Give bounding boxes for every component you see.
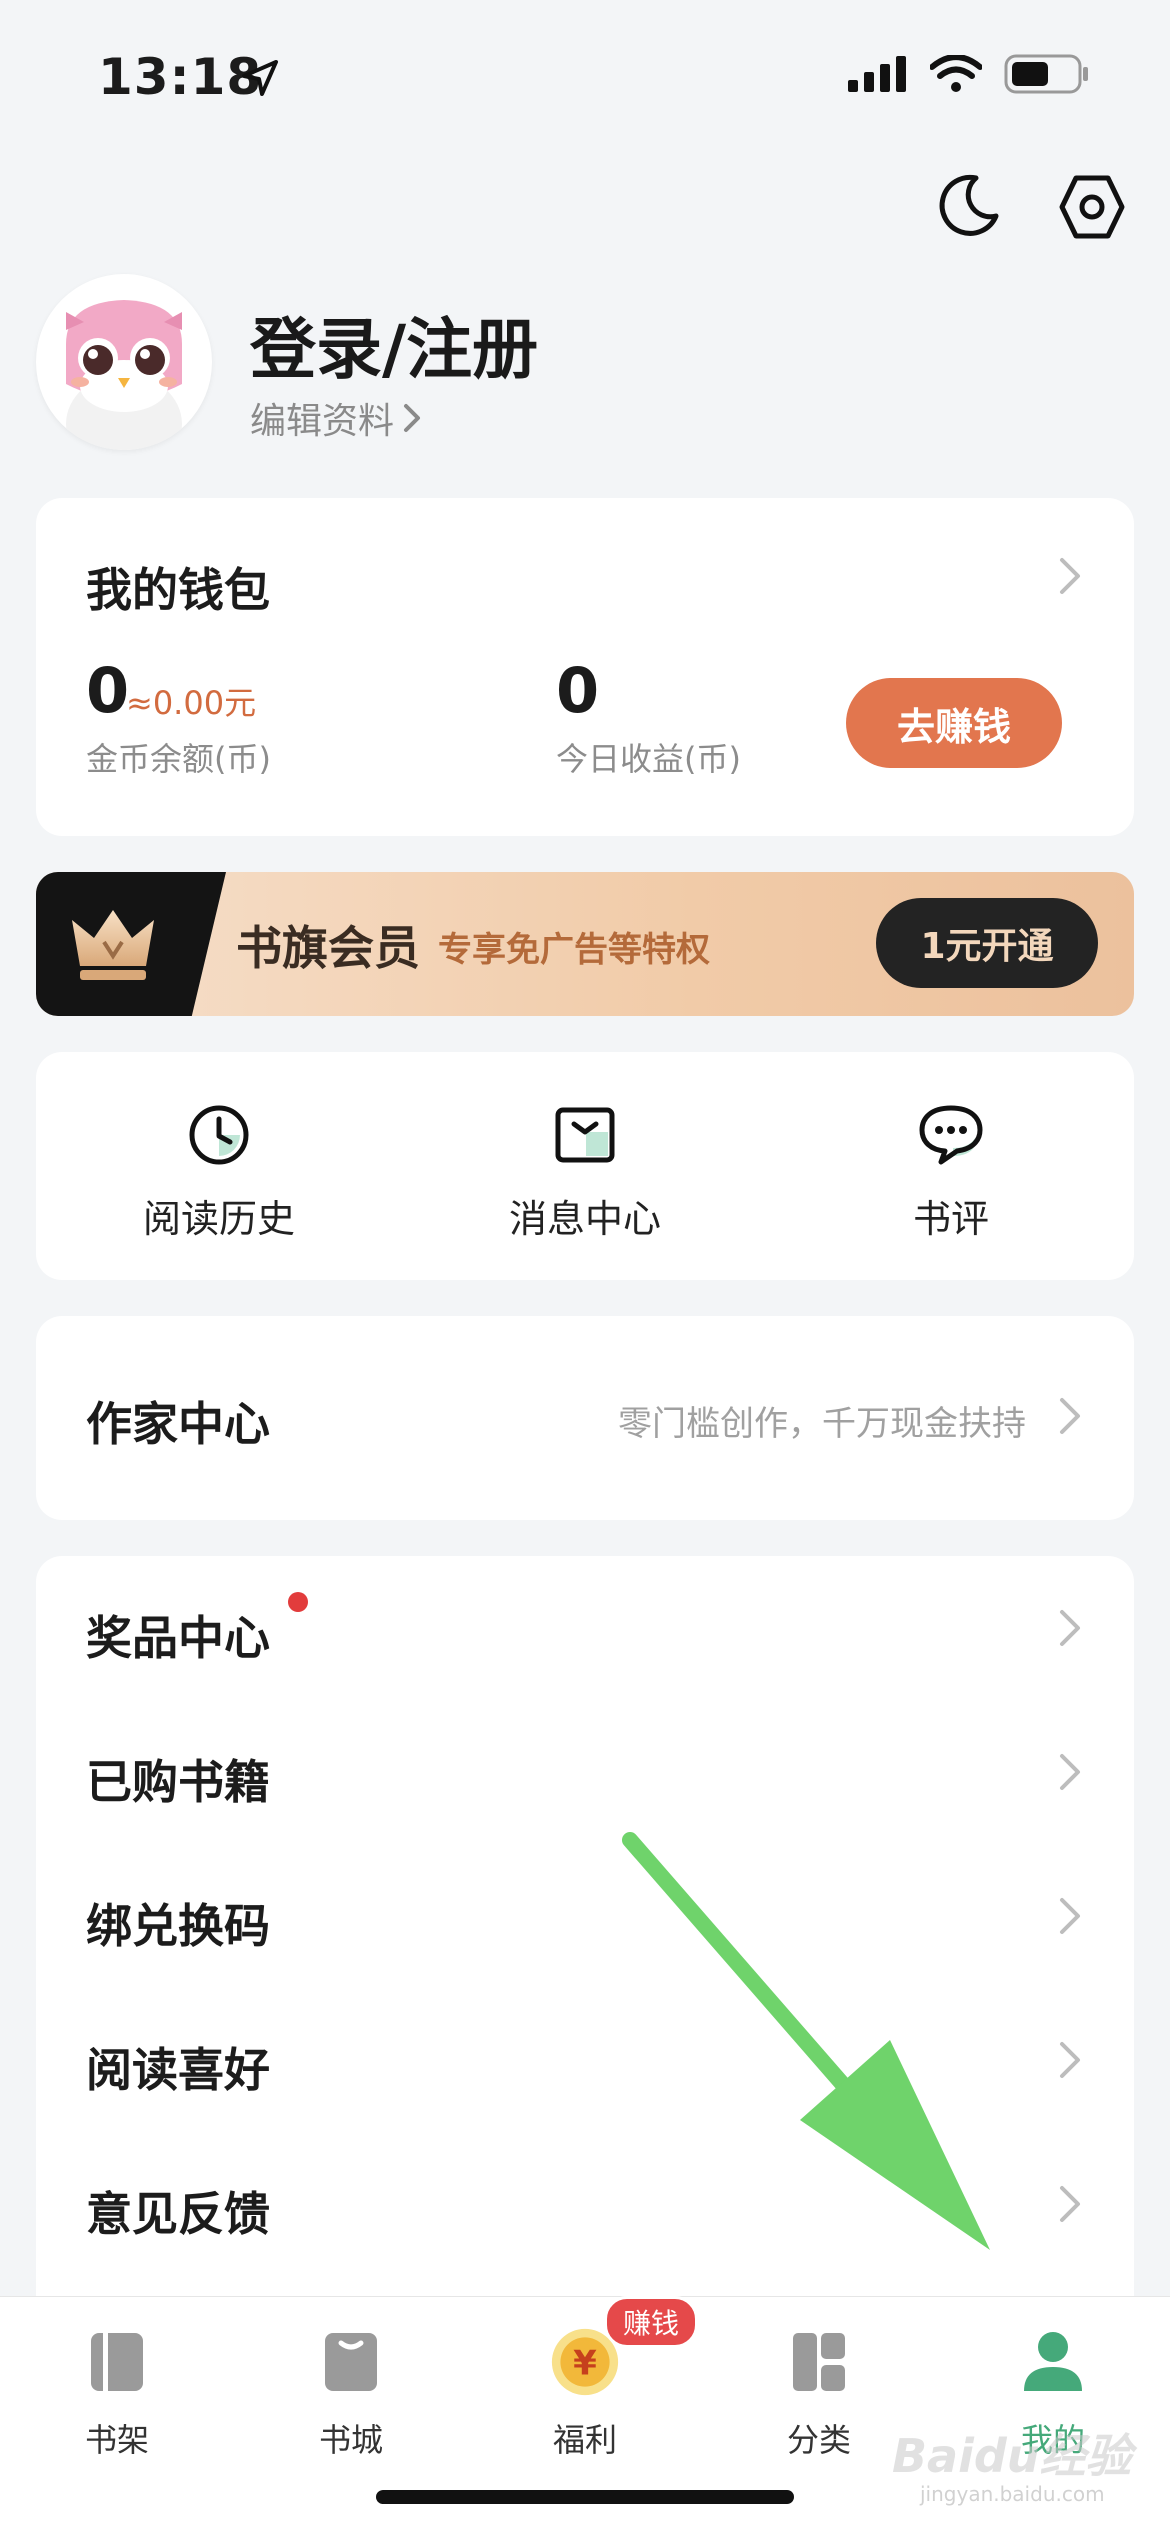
- today-earnings-label: 今日收益(币): [556, 740, 741, 778]
- status-icons: [848, 54, 1090, 94]
- chevron-right-icon: [1060, 1398, 1080, 1434]
- nav-tab-label: 书城: [318, 2421, 383, 2459]
- moon-icon[interactable]: [934, 172, 1002, 240]
- home-indicator: [376, 2490, 794, 2504]
- wifi-icon: [930, 55, 982, 92]
- watermark-domain: jingyan.baidu.com: [920, 2482, 1105, 2506]
- nav-tab-label: 分类: [786, 2421, 851, 2459]
- chevron-right-icon: [404, 404, 421, 432]
- chevron-right-icon: [1060, 2186, 1080, 2222]
- today-earnings: 0: [556, 654, 600, 727]
- shortcut-label: 消息中心: [508, 1197, 661, 1241]
- edit-profile-label: 编辑资料: [250, 401, 395, 442]
- watermark-brand: Baidu经验: [892, 2429, 1132, 2483]
- owl-avatar-icon: [66, 300, 182, 450]
- vip-title: 书旗会员: [236, 921, 420, 975]
- battery-icon: [1004, 54, 1088, 94]
- login-register-title[interactable]: 登录/注册: [250, 296, 538, 392]
- bookstore-icon: [325, 2333, 377, 2391]
- svg-text:¥: ¥: [573, 2343, 597, 2383]
- writer-center-title: 作家中心: [86, 1397, 270, 1451]
- earn-money-button[interactable]: 去赚钱: [846, 678, 1062, 768]
- nav-tab-label: 福利: [552, 2421, 617, 2459]
- chevron-right-icon: [1060, 1610, 1080, 1646]
- coin-approx-value: ≈0.00元: [126, 684, 257, 722]
- shortcut-label: 阅读历史: [142, 1197, 295, 1241]
- menu-item-label: 意见反馈: [86, 2187, 270, 2241]
- vip-open-button[interactable]: 1元开通: [876, 898, 1098, 988]
- nav-tab-bookshelf[interactable]: 书架: [0, 2297, 234, 2477]
- shortcut-label: 书评: [912, 1197, 989, 1241]
- clock-icon: [189, 1105, 249, 1165]
- wallet-title: 我的钱包: [86, 563, 270, 617]
- chevron-right-icon: [1060, 558, 1080, 594]
- shortcut-book-review[interactable]: 书评: [768, 1052, 1134, 1280]
- menu-item-label: 阅读喜好: [86, 2043, 270, 2097]
- writer-center-subtitle: 零门槛创作，千万现金扶持: [618, 1404, 1026, 1444]
- edit-profile-link[interactable]: 编辑资料: [250, 392, 422, 444]
- vip-banner[interactable]: 书旗会员 专享免广告等特权 1元开通: [36, 872, 1134, 1016]
- chat-bubble-icon: [919, 1105, 983, 1165]
- earn-badge: 赚钱: [604, 2296, 699, 2348]
- gear-icon[interactable]: [1058, 174, 1126, 240]
- shortcut-reading-history[interactable]: 阅读历史: [36, 1052, 402, 1280]
- menu-item-label: 奖品中心: [86, 1611, 270, 1665]
- shortcut-message-center[interactable]: 消息中心: [402, 1052, 768, 1280]
- status-time: 13:18: [98, 48, 263, 106]
- signal-icon: [848, 56, 906, 92]
- menu-item-prize-center[interactable]: 奖品中心: [36, 1556, 1134, 1700]
- notification-dot: [288, 1592, 308, 1612]
- shortcut-card: 阅读历史 消息中心 书评: [36, 1052, 1134, 1280]
- nav-tab-bookstore[interactable]: 书城: [234, 2297, 468, 2477]
- writer-center-card[interactable]: 作家中心 零门槛创作，千万现金扶持: [36, 1316, 1134, 1520]
- chevron-right-icon: [1060, 1898, 1080, 1934]
- bookshelf-icon: [91, 2333, 143, 2391]
- menu-item-label: 绑兑换码: [86, 1899, 270, 1953]
- coin-balance-label: 金币余额(币): [86, 740, 271, 778]
- vip-subtitle: 专享免广告等特权: [438, 930, 710, 970]
- message-box-icon: [555, 1107, 615, 1163]
- category-icon: [793, 2333, 845, 2391]
- location-arrow-icon: [242, 60, 278, 96]
- annotation-arrow-icon: [622, 1832, 990, 2250]
- avatar[interactable]: [36, 274, 212, 450]
- menu-item-label: 已购书籍: [86, 1755, 270, 1809]
- crown-icon: [72, 910, 154, 980]
- profile-icon: [1024, 2332, 1082, 2391]
- chevron-right-icon: [1060, 2042, 1080, 2078]
- coin-balance: 0: [86, 654, 130, 727]
- chevron-right-icon: [1060, 1754, 1080, 1790]
- nav-tab-label: 书架: [84, 2421, 149, 2459]
- wallet-card[interactable]: 我的钱包 0 ≈0.00元 金币余额(币) 0 今日收益(币) 去赚钱: [36, 498, 1134, 836]
